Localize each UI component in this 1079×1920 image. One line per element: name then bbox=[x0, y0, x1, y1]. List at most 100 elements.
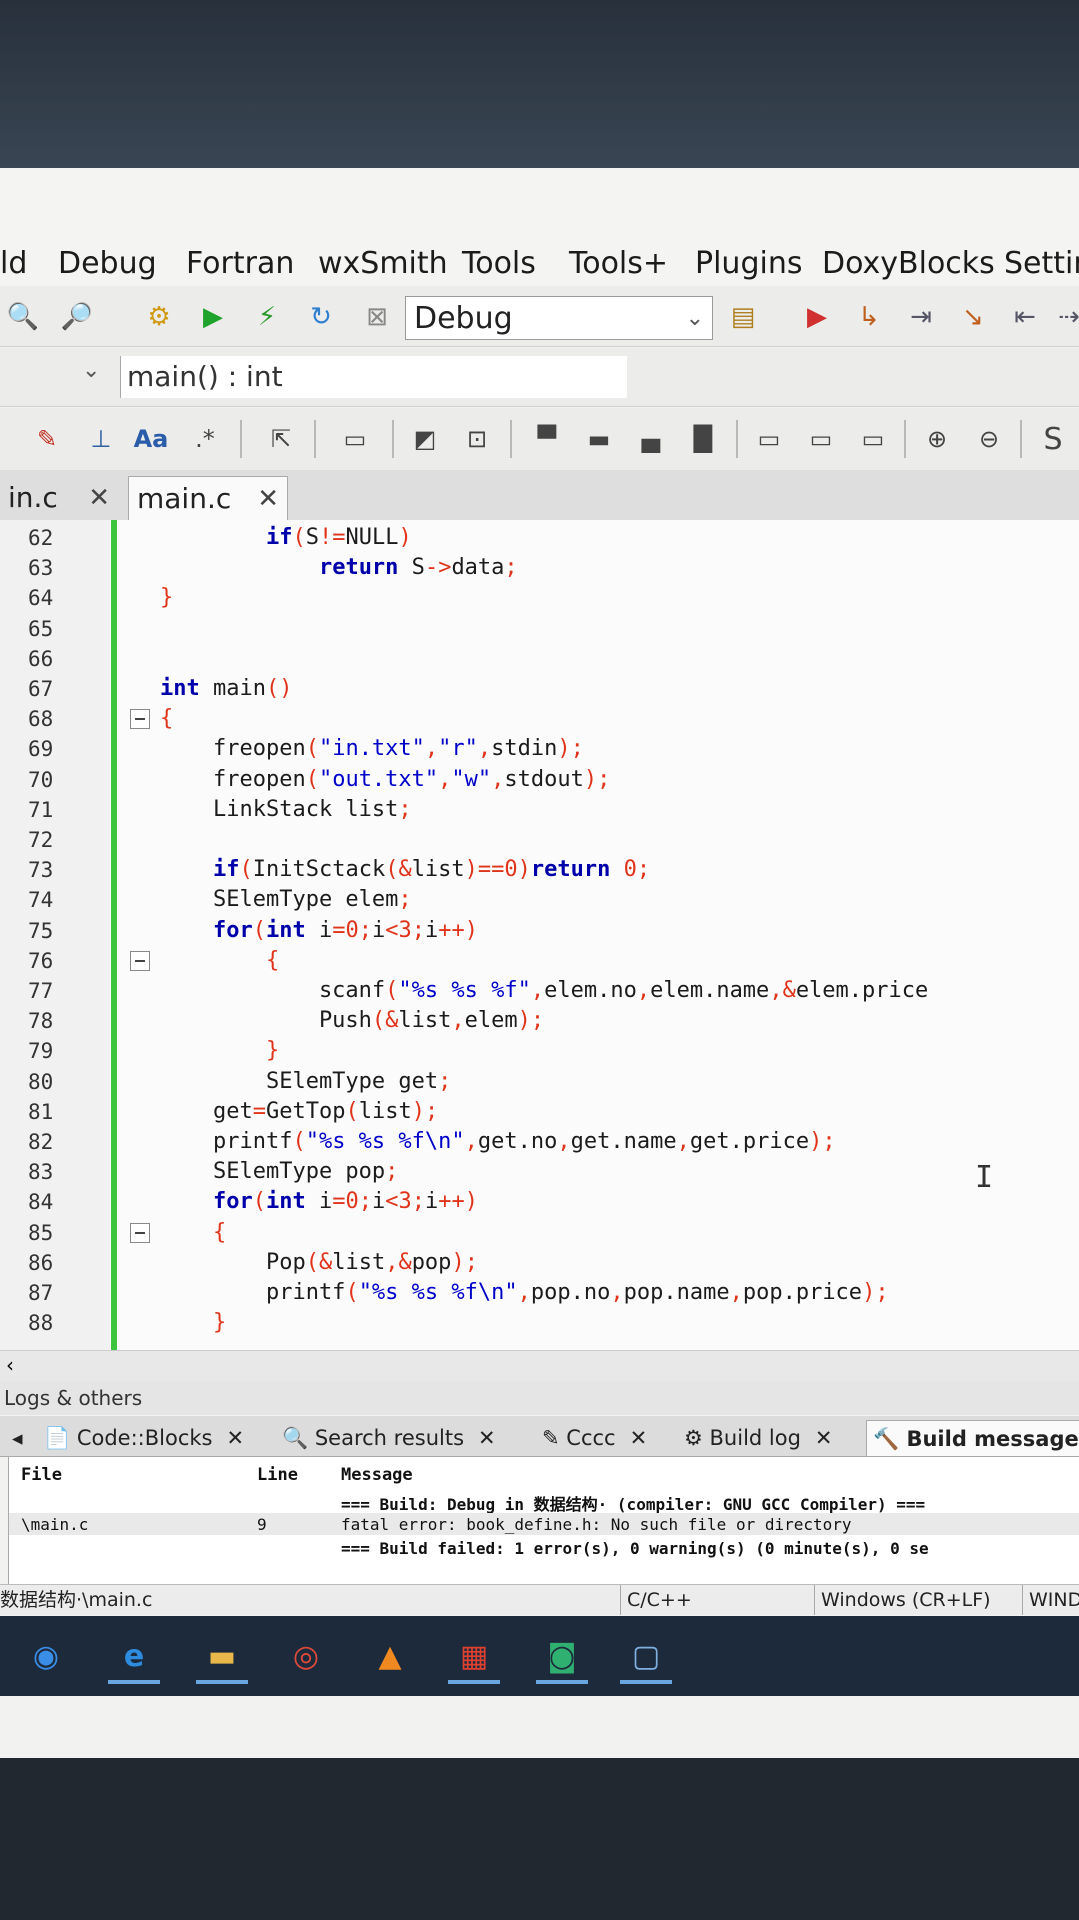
step-into-icon[interactable]: ↘ bbox=[956, 300, 990, 334]
code-line[interactable]: 85 { bbox=[0, 1219, 1079, 1249]
code-line[interactable]: 82 printf("%s %s %f\n",get.no,get.name,g… bbox=[0, 1128, 1079, 1158]
column-header-file[interactable]: File bbox=[21, 1465, 62, 1485]
code-line[interactable]: 67 int main() bbox=[0, 675, 1079, 705]
cortana-icon[interactable]: ◉ bbox=[20, 1632, 72, 1680]
code-line[interactable]: 66 bbox=[0, 645, 1079, 675]
close-icon[interactable]: ✕ bbox=[478, 1426, 496, 1450]
fold-toggle-icon[interactable] bbox=[130, 709, 150, 730]
show-select-target-icon[interactable]: ▤ bbox=[726, 300, 760, 334]
code-line[interactable]: 88 } bbox=[0, 1309, 1079, 1339]
stamp-icon[interactable]: ⊥ bbox=[82, 420, 120, 458]
code-line[interactable]: 73 if(InitSctack(&list)==0)return 0; bbox=[0, 856, 1079, 886]
code-line[interactable]: 68 { bbox=[0, 705, 1079, 735]
vlc-icon[interactable]: ▲ bbox=[364, 1632, 416, 1680]
zoom-out-icon[interactable]: ⊖ bbox=[970, 420, 1008, 458]
debug-start-icon[interactable]: ▶ bbox=[800, 300, 834, 334]
tab-in-c[interactable]: in.c ✕ bbox=[0, 476, 118, 520]
replace-icon[interactable]: 🔎 bbox=[60, 300, 94, 334]
tab-build-log[interactable]: ⚙ Build log ✕ bbox=[684, 1420, 833, 1456]
file-explorer-icon[interactable]: ▬ bbox=[196, 1632, 248, 1684]
menu-settings[interactable]: Settin bbox=[1004, 246, 1079, 281]
frame-icon[interactable]: ◩ bbox=[406, 420, 444, 458]
next-line-icon[interactable]: ⇥ bbox=[904, 300, 938, 334]
tab-build-messages[interactable]: 🔨 Build messages bbox=[866, 1420, 1079, 1457]
run-icon[interactable]: ▶ bbox=[196, 300, 230, 334]
s-tool-icon[interactable]: S bbox=[1034, 420, 1072, 458]
chrome-icon[interactable]: ◎ bbox=[280, 1632, 332, 1680]
image-viewer-icon[interactable]: ▢ bbox=[620, 1632, 672, 1684]
scroll-left-icon[interactable]: ◂ bbox=[12, 1420, 23, 1456]
code-line[interactable]: 83 SElemType pop; bbox=[0, 1158, 1079, 1188]
build-messages-list[interactable]: File Line Message === Build: Debug in 数据… bbox=[8, 1456, 1079, 1586]
text-frame-icon[interactable]: ⊡ bbox=[458, 420, 496, 458]
fold-toggle-icon[interactable] bbox=[130, 1222, 150, 1243]
box-center-icon[interactable]: ▭ bbox=[802, 420, 840, 458]
message-row[interactable]: === Build failed: 1 error(s), 0 warning(… bbox=[9, 1537, 1079, 1559]
code-line[interactable]: 86 Pop(&list,&pop); bbox=[0, 1249, 1079, 1279]
code-line[interactable]: 84 for(int i=0;i<3;i++) bbox=[0, 1188, 1079, 1218]
code-line[interactable]: 76 { bbox=[0, 947, 1079, 977]
code-editor[interactable]: 62 if(S!=NULL) 63 return S->data; 64} 65 66 6… bbox=[0, 520, 1079, 1350]
code-line[interactable]: 87 printf("%s %s %f\n",pop.no,pop.name,p… bbox=[0, 1279, 1079, 1309]
edge-browser-icon[interactable]: e bbox=[108, 1632, 160, 1684]
code-line[interactable]: 75 for(int i=0;i<3;i++) bbox=[0, 917, 1079, 947]
menu-wxsmith[interactable]: wxSmith bbox=[318, 246, 448, 281]
zoom-in-icon[interactable]: ⊕ bbox=[918, 420, 956, 458]
close-icon[interactable]: ✕ bbox=[815, 1426, 833, 1450]
horizontal-scrollbar[interactable]: ‹ bbox=[0, 1350, 1079, 1381]
column-header-line[interactable]: Line bbox=[257, 1465, 298, 1485]
menu-debug[interactable]: Debug bbox=[58, 246, 157, 281]
tab-search-results[interactable]: 🔍 Search results ✕ bbox=[282, 1420, 496, 1456]
code-line[interactable]: 80 SElemType get; bbox=[0, 1068, 1079, 1098]
message-row[interactable]: \main.c 9 fatal error: book_define.h: No… bbox=[9, 1513, 1079, 1535]
tab-cccc[interactable]: ✎ Cccc ✕ bbox=[542, 1420, 647, 1456]
pointer-icon[interactable]: ⇱ bbox=[262, 420, 300, 458]
tab-main-c[interactable]: main.c ✕ bbox=[128, 476, 288, 520]
build-target-select[interactable]: Debug ⌄ bbox=[405, 296, 713, 340]
code-line[interactable]: 78 Push(&list,elem); bbox=[0, 1007, 1079, 1037]
menu-build[interactable]: ld bbox=[0, 246, 27, 281]
step-out-icon[interactable]: ⇤ bbox=[1008, 300, 1042, 334]
regex-icon[interactable]: .* bbox=[186, 420, 224, 458]
next-instruction-icon[interactable]: ⇢ bbox=[1052, 300, 1079, 334]
match-case-icon[interactable]: Aa bbox=[132, 420, 170, 458]
code-line[interactable]: 77 scanf("%s %s %f",elem.no,elem.name,&e… bbox=[0, 977, 1079, 1007]
build-gear-icon[interactable]: ⚙ bbox=[142, 300, 176, 334]
layout-middle-icon[interactable]: ▬ bbox=[580, 420, 618, 458]
menu-fortran[interactable]: Fortran bbox=[186, 246, 294, 281]
layout-bottom-icon[interactable]: ▄ bbox=[632, 420, 670, 458]
menu-tools[interactable]: Tools bbox=[462, 246, 536, 281]
close-icon[interactable]: ✕ bbox=[227, 1426, 245, 1450]
fold-toggle-icon[interactable] bbox=[130, 950, 150, 971]
code-line[interactable]: 74 SElemType elem; bbox=[0, 886, 1079, 916]
rebuild-icon[interactable]: ↻ bbox=[304, 300, 338, 334]
menu-tools-plus[interactable]: Tools+ bbox=[569, 246, 668, 281]
highlight-icon[interactable]: ✎ bbox=[28, 420, 66, 458]
code-line[interactable]: 81 get=GetTop(list); bbox=[0, 1098, 1079, 1128]
code-line[interactable]: 71 LinkStack list; bbox=[0, 796, 1079, 826]
app-icon[interactable]: ◙ bbox=[536, 1632, 588, 1684]
code-line[interactable]: 79 } bbox=[0, 1037, 1079, 1067]
build-and-run-icon[interactable]: ⚡ bbox=[250, 300, 284, 334]
code-line[interactable]: 69 freopen("in.txt","r",stdin); bbox=[0, 735, 1079, 765]
code-line[interactable]: 65 bbox=[0, 615, 1079, 645]
menu-plugins[interactable]: Plugins bbox=[695, 246, 802, 281]
close-icon[interactable]: ✕ bbox=[88, 476, 110, 520]
close-icon[interactable]: ✕ bbox=[630, 1426, 648, 1450]
search-icon[interactable]: 🔍 bbox=[6, 300, 40, 334]
tab-codeblocks[interactable]: 📄 Code::Blocks ✕ bbox=[44, 1420, 244, 1456]
box-left-icon[interactable]: ▭ bbox=[750, 420, 788, 458]
abort-icon[interactable]: ⊠ bbox=[360, 300, 394, 334]
layout-top-icon[interactable]: ▀ bbox=[528, 420, 566, 458]
codeblocks-icon[interactable]: ▦ bbox=[448, 1632, 500, 1684]
run-to-cursor-icon[interactable]: ↳ bbox=[852, 300, 886, 334]
layout-full-icon[interactable]: █ bbox=[684, 420, 722, 458]
function-scope-select[interactable]: main() : int bbox=[120, 356, 627, 398]
box-right-icon[interactable]: ▭ bbox=[854, 420, 892, 458]
code-line[interactable]: 62 if(S!=NULL) bbox=[0, 524, 1079, 554]
code-line[interactable]: 70 freopen("out.txt","w",stdout); bbox=[0, 766, 1079, 796]
message-row[interactable]: === Build: Debug in 数据结构· (compiler: GNU… bbox=[9, 1489, 1079, 1514]
column-header-message[interactable]: Message bbox=[341, 1465, 413, 1485]
menu-doxyblocks[interactable]: DoxyBlocks bbox=[822, 246, 995, 281]
close-icon[interactable]: ✕ bbox=[257, 477, 279, 521]
